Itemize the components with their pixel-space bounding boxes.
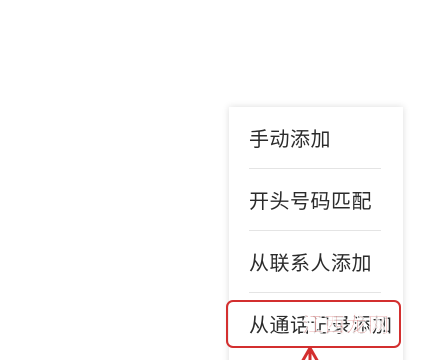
menu-item-label: 手动添加: [249, 127, 331, 151]
menu-item-label: 从联系人添加: [249, 251, 372, 275]
watermark-logo: 江西龙网: [302, 309, 390, 339]
watermark-text: 江西龙网: [302, 312, 390, 338]
arrow-up-icon: [301, 346, 319, 360]
menu-item-label: 开头号码匹配: [249, 189, 372, 213]
menu-item-prefix-match[interactable]: 开头号码匹配: [229, 169, 403, 230]
screenshot-page: 手动添加 开头号码匹配 从联系人添加 从通话记录添加 江西龙网: [0, 0, 439, 360]
menu-item-manual-add[interactable]: 手动添加: [229, 107, 403, 168]
menu-item-add-from-contacts[interactable]: 从联系人添加: [229, 231, 403, 292]
